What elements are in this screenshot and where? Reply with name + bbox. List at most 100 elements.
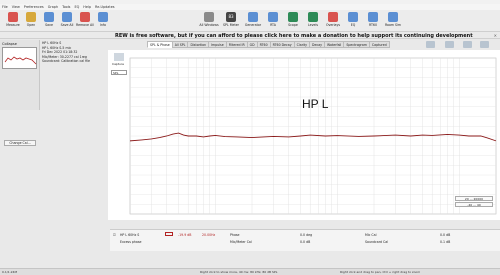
menu-item[interactable]: File	[2, 5, 8, 9]
soundcard-cal-value: 0.1 dB	[440, 240, 451, 244]
phase-label[interactable]: Phase	[230, 233, 240, 237]
collapse-label[interactable]: Collapse	[2, 42, 17, 46]
room-sim-icon	[388, 12, 398, 22]
chart-title: HP L	[302, 97, 329, 111]
graph-tabs: SPL & Phase All SPL Distortion Impulse Filte…	[147, 41, 390, 48]
capture-label: Capture	[112, 62, 124, 66]
legend-name[interactable]: HP L 60Hz S	[120, 233, 139, 237]
rt60-button[interactable]: RT60	[364, 12, 382, 31]
legend-unit: 20.00Hz	[202, 233, 216, 237]
menu-item[interactable]: EQ	[74, 5, 79, 9]
scope-icon	[288, 12, 298, 22]
status-nav-hint: Right click and drag to pan, Ctrl + righ…	[340, 270, 421, 274]
status-hint: Right click to show more, 40 ms: 80 kHz,…	[200, 270, 278, 274]
room-sim-button[interactable]: Room Sim	[384, 12, 402, 31]
legend-panel: ☑ HP L 60Hz S -19.9 dB 20.00Hz Phase 0.0…	[110, 229, 500, 251]
info-button[interactable]: Info	[94, 12, 112, 31]
toolbar-label: Remove All	[76, 23, 94, 27]
levels-button[interactable]: Levels	[304, 12, 322, 31]
toolbar-label: EQ	[350, 23, 356, 27]
generator-button[interactable]: Generator	[244, 12, 262, 31]
eq-icon	[348, 12, 358, 22]
all-windows-button[interactable]: All Windows	[199, 12, 219, 31]
menu-item[interactable]: View	[12, 5, 20, 9]
measurement-panel: Collapse Change Cal...	[0, 40, 40, 146]
limits-icon	[463, 41, 473, 48]
toolbar-label: Overlays	[325, 23, 341, 27]
spl-chart[interactable]: HP L	[108, 50, 500, 220]
overlays-button[interactable]: Overlays	[324, 12, 342, 31]
toolbar-label: SPL Meter	[223, 23, 239, 27]
eq-button[interactable]: EQ	[344, 12, 362, 31]
tab-rt60-decay[interactable]: RT60 Decay	[269, 41, 295, 48]
tab-impulse[interactable]: Impulse	[208, 41, 227, 48]
tab-clarity[interactable]: Clarity	[293, 41, 311, 48]
windows-icon	[204, 12, 214, 22]
overlays-icon	[328, 12, 338, 22]
freq-axis-icon	[445, 41, 455, 48]
microphone-icon	[8, 12, 18, 22]
range-controls: 20 ... 20000 -40 ... 40	[455, 196, 493, 208]
remove-all-button[interactable]: Remove All	[76, 12, 94, 31]
mic-cal-label[interactable]: Mic Cal	[365, 233, 376, 237]
capture-controls: Capture SPL	[108, 50, 130, 90]
status-bar: 0.1/1.24M Right click to show more, 40 m…	[0, 268, 500, 275]
plot-area[interactable]: HP L	[108, 50, 500, 220]
spl-meter-button[interactable]: 83 SPL Meter	[222, 12, 240, 31]
capture-icon	[479, 41, 489, 48]
phase-value: 0.0 deg	[300, 233, 313, 237]
soundcard-cal-label[interactable]: Soundcard Cal	[365, 240, 388, 244]
open-button[interactable]: Open	[22, 12, 40, 31]
legend-value: -19.9 dB	[178, 233, 192, 237]
donation-banner[interactable]: REW is free software, but if you can aff…	[0, 32, 500, 39]
memory-status: 0.1/1.24M	[2, 270, 18, 274]
save-button[interactable]: Save	[40, 12, 58, 31]
scope-button[interactable]: Scope	[284, 12, 302, 31]
excess-phase-label[interactable]: Excess phase	[120, 240, 142, 244]
close-icon[interactable]: ✕	[494, 33, 497, 38]
menu-item[interactable]: Re-Updates	[95, 5, 115, 9]
toolbar-label: Levels	[307, 23, 319, 27]
info-icon	[98, 12, 108, 22]
toolbar-label: Generator	[244, 23, 262, 27]
menu-item[interactable]: Tools	[62, 5, 70, 9]
level-range[interactable]: -40 ... 40	[455, 202, 493, 207]
tab-all-spl[interactable]: All SPL	[171, 41, 189, 48]
tab-filtered-ir[interactable]: Filtered IR	[225, 41, 248, 48]
measurement-thumbnail[interactable]	[2, 47, 37, 69]
freq-range[interactable]: 20 ... 20000	[455, 196, 493, 201]
change-cal-button[interactable]: Change Cal...	[4, 140, 36, 146]
toolbar-label: Measure	[6, 23, 20, 27]
capture-icon[interactable]	[114, 53, 124, 61]
toolbar-label: RTA	[270, 23, 276, 27]
toolbar-label: Info	[99, 23, 107, 27]
rta-button[interactable]: RTA	[264, 12, 282, 31]
menu-item[interactable]: Graph	[48, 5, 58, 9]
menu-item[interactable]: Help	[83, 5, 91, 9]
tab-distortion[interactable]: Distortion	[187, 41, 210, 48]
tab-spectrogram[interactable]: Spectrogram	[343, 41, 370, 48]
spl-meter-icon: 83	[226, 12, 236, 22]
donation-message[interactable]: REW is free software, but if you can aff…	[115, 33, 473, 39]
save-icon	[44, 12, 54, 22]
save-all-button[interactable]: Save All	[58, 12, 76, 31]
tab-rt60[interactable]: RT60	[256, 41, 271, 48]
legend-color-swatch[interactable]	[165, 232, 173, 236]
measure-button[interactable]: Measure	[4, 12, 22, 31]
tab-waterfall[interactable]: Waterfall	[324, 41, 345, 48]
toolbar-label: Room Sim	[384, 23, 402, 27]
save-all-icon	[62, 12, 72, 22]
menu-item[interactable]: Preferences	[24, 5, 44, 9]
tab-spl-phase[interactable]: SPL & Phase	[147, 41, 173, 48]
controls-icon	[425, 41, 435, 48]
toolbar-label: Save	[45, 23, 53, 27]
tab-captured[interactable]: Captured	[368, 41, 390, 48]
toolbar-label: RT60	[369, 23, 377, 27]
levels-icon	[308, 12, 318, 22]
mic-label[interactable]: Mic/Meter Cal	[230, 240, 252, 244]
rta-icon	[268, 12, 278, 22]
generator-icon	[248, 12, 258, 22]
legend-checkbox[interactable]: ☑	[113, 233, 116, 237]
tab-decay[interactable]: Decay	[309, 41, 326, 48]
spl-select[interactable]: SPL	[111, 70, 127, 75]
